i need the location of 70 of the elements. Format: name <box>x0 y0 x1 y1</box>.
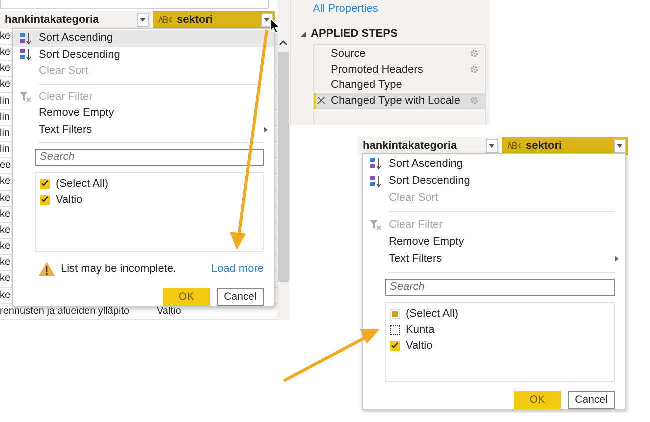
value-label: Valtio <box>406 340 433 352</box>
search-field[interactable]: Search <box>35 148 264 166</box>
menu-item[interactable]: Text Filters <box>363 250 625 268</box>
column-header[interactable]: hankintakategoria <box>0 10 153 29</box>
submenu-arrow-icon <box>615 256 619 262</box>
clear-filter-icon <box>20 90 32 103</box>
sort-descending-icon <box>20 48 32 62</box>
table-cell: ke <box>0 192 11 204</box>
menu-item[interactable]: Remove Empty <box>13 104 274 122</box>
value-label: Valtio <box>56 194 83 206</box>
value-label: Kunta <box>406 324 435 336</box>
dropdown-button[interactable] <box>137 12 149 27</box>
sort-ascending-icon <box>370 157 382 170</box>
search-field[interactable]: Search <box>385 278 615 296</box>
caret-icon <box>264 18 270 22</box>
menu-item[interactable]: Sort Ascending <box>13 30 274 46</box>
table-cell: ke <box>0 257 11 268</box>
value-label: (Select All) <box>56 178 109 190</box>
collapse-triangle-icon[interactable] <box>301 32 306 36</box>
caret-icon <box>489 144 495 148</box>
value-label: (Select All) <box>406 308 459 320</box>
step-item[interactable]: Source <box>314 46 485 62</box>
table-cell: ke <box>0 63 11 74</box>
checkbox[interactable] <box>40 194 50 204</box>
submenu-arrow-icon <box>264 126 268 133</box>
menu-item[interactable]: Sort Descending <box>13 46 274 63</box>
scrollbar-thumb[interactable] <box>278 52 289 282</box>
cancel-button[interactable]: Cancel <box>568 390 615 409</box>
menu-item[interactable]: Text Filters <box>13 121 274 138</box>
sort-ascending-icon <box>20 32 32 45</box>
scroll-up-icon[interactable] <box>279 40 288 46</box>
table-cell: ee <box>0 160 12 172</box>
menu-item[interactable]: Sort Descending <box>363 172 625 190</box>
load-more-link[interactable]: Load more <box>211 263 264 276</box>
table-cell: ke <box>0 290 11 301</box>
ok-button[interactable]: OK <box>514 390 561 409</box>
step-item[interactable]: Promoted Headers <box>314 62 485 78</box>
table-cell: ke <box>0 79 11 90</box>
table-cell: ke <box>0 241 11 252</box>
checkbox[interactable] <box>390 324 400 335</box>
table-cell: lin <box>0 128 10 139</box>
table-cell: ke <box>0 224 11 236</box>
warning-icon <box>39 262 55 276</box>
menu-item[interactable]: Sort Ascending <box>363 155 625 172</box>
sort-descending-icon <box>370 174 382 188</box>
table-cell: ke <box>0 176 11 188</box>
checkbox[interactable] <box>390 340 400 351</box>
dropdown-button[interactable] <box>486 139 498 153</box>
clear-filter-icon <box>370 218 382 231</box>
checkbox[interactable] <box>40 178 50 188</box>
section-title: APPLIED STEPS <box>311 28 398 40</box>
table-cell: ke <box>0 273 11 284</box>
table-cell-text: rennusten ja alueiden ylläpito <box>0 306 131 317</box>
step-item[interactable]: Changed Type <box>314 77 485 94</box>
menu-item[interactable]: Remove Empty <box>363 233 625 251</box>
caret-icon <box>617 144 623 148</box>
table-cell: lin <box>0 144 10 156</box>
ok-button[interactable]: OK <box>163 288 210 306</box>
table-cell: lin <box>0 96 10 107</box>
table-cell: ke <box>0 47 11 58</box>
table-cell: ke <box>0 208 11 220</box>
table-cell-text: Valtio <box>156 306 182 317</box>
cancel-button[interactable]: Cancel <box>217 288 264 306</box>
dropdown-button[interactable] <box>614 139 626 153</box>
table-cell: ke <box>0 30 11 42</box>
table-cell: lin <box>0 112 10 123</box>
warning-text: List may be incomplete. <box>61 263 177 276</box>
column-header[interactable]: sektori <box>153 10 277 29</box>
caret-icon <box>140 18 146 22</box>
step-item[interactable]: Changed Type with Locale <box>314 93 485 109</box>
